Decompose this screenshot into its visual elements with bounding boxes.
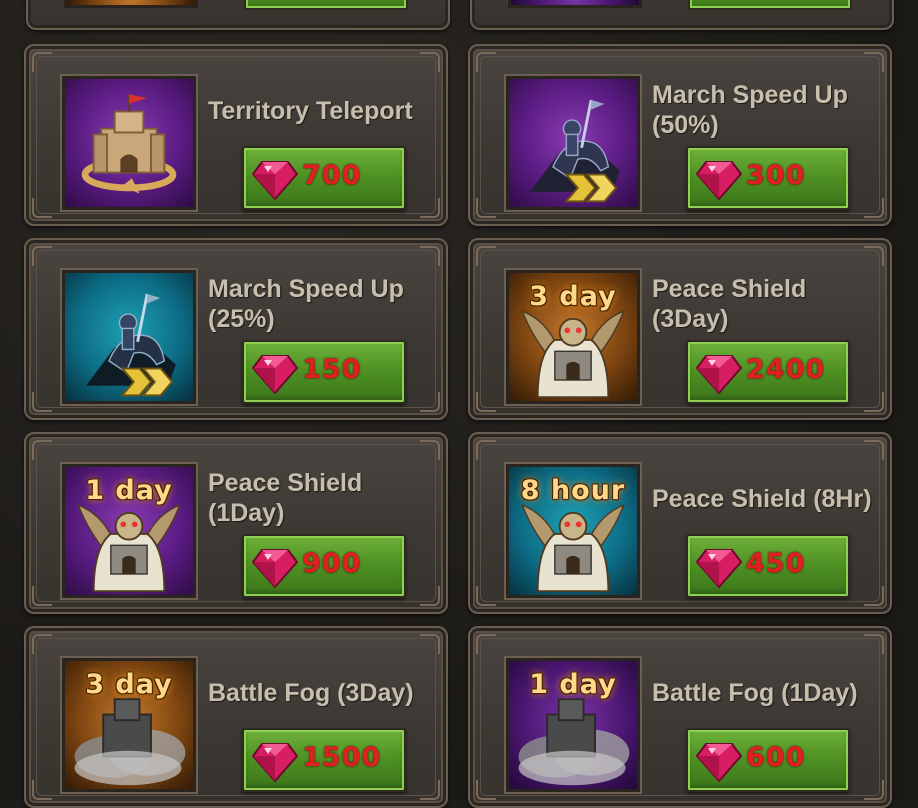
ruby-gem-icon bbox=[696, 549, 742, 588]
knight-speed-icon bbox=[506, 76, 640, 210]
price-label: 300 bbox=[746, 160, 806, 191]
item-title: Peace Shield (1Day) bbox=[208, 469, 363, 527]
duration-label: 3 day bbox=[529, 281, 617, 312]
item-card-battle-fog-1day: 1 day Battle Fog (1Day) 600 bbox=[468, 626, 892, 808]
ruby-gem-icon bbox=[252, 161, 298, 200]
knight-speed-icon bbox=[62, 270, 196, 404]
peace-shield-icon: 3 day bbox=[506, 270, 640, 404]
price-label: 600 bbox=[746, 742, 806, 773]
partial-item-icon bbox=[508, 0, 642, 8]
partial-buy-button[interactable] bbox=[244, 0, 408, 10]
item-title: Peace Shield (3Day) bbox=[652, 275, 807, 333]
buy-button[interactable]: 150 bbox=[242, 340, 406, 404]
item-card-march-speed-up-50: March Speed Up (50%) 300 bbox=[468, 44, 892, 226]
price-label: 1500 bbox=[302, 742, 382, 773]
item-title: Peace Shield (8Hr) bbox=[652, 485, 872, 513]
battle-fog-icon: 3 day bbox=[62, 658, 196, 792]
price-label: 450 bbox=[746, 548, 806, 579]
peace-shield-icon: 8 hour bbox=[506, 464, 640, 598]
price-label: 150 bbox=[302, 354, 362, 385]
item-card-peace-shield-8hr: 8 hour Peace Shield (8Hr) 450 bbox=[468, 432, 892, 614]
item-title: Battle Fog (3Day) bbox=[208, 679, 414, 707]
item-card-peace-shield-1day: 1 day Peace Shield (1Day) 900 bbox=[24, 432, 448, 614]
duration-label: 8 hour bbox=[520, 475, 626, 506]
ruby-gem-icon bbox=[252, 549, 298, 588]
duration-label: 1 day bbox=[85, 475, 173, 506]
partial-item-card-right bbox=[470, 0, 894, 30]
item-card-battle-fog-3day: 3 day Battle Fog (3Day) 1500 bbox=[24, 626, 448, 808]
ruby-gem-icon bbox=[252, 743, 298, 782]
price-label: 900 bbox=[302, 548, 362, 579]
item-card-territory-teleport: Territory Teleport 700 bbox=[24, 44, 448, 226]
buy-button[interactable]: 600 bbox=[686, 728, 850, 792]
ruby-gem-icon bbox=[696, 743, 742, 782]
item-shop-grid: Territory Teleport 700 March Speed Up (5… bbox=[0, 0, 918, 808]
partial-item-icon bbox=[64, 0, 198, 8]
buy-button[interactable]: 450 bbox=[686, 534, 850, 598]
item-card-peace-shield-3day: 3 day Peace Shield (3Day) 2400 bbox=[468, 238, 892, 420]
duration-label: 1 day bbox=[529, 669, 617, 700]
price-label: 2400 bbox=[746, 354, 826, 385]
battle-fog-icon: 1 day bbox=[506, 658, 640, 792]
ruby-gem-icon bbox=[696, 161, 742, 200]
ruby-gem-icon bbox=[252, 355, 298, 394]
buy-button[interactable]: 900 bbox=[242, 534, 406, 598]
buy-button[interactable]: 300 bbox=[686, 146, 850, 210]
buy-button[interactable]: 1500 bbox=[242, 728, 406, 792]
item-card-march-speed-up-25: March Speed Up (25%) 150 bbox=[24, 238, 448, 420]
item-title: March Speed Up (50%) bbox=[652, 81, 848, 139]
price-label: 700 bbox=[302, 160, 362, 191]
buy-button[interactable]: 2400 bbox=[686, 340, 850, 404]
item-title: March Speed Up (25%) bbox=[208, 275, 404, 333]
partial-buy-button[interactable] bbox=[688, 0, 852, 10]
duration-label: 3 day bbox=[85, 669, 173, 700]
buy-button[interactable]: 700 bbox=[242, 146, 406, 210]
peace-shield-icon: 1 day bbox=[62, 464, 196, 598]
castle-teleport-icon bbox=[62, 76, 196, 210]
item-title: Battle Fog (1Day) bbox=[652, 679, 858, 707]
item-title: Territory Teleport bbox=[208, 97, 413, 125]
ruby-gem-icon bbox=[696, 355, 742, 394]
partial-item-card-left bbox=[26, 0, 450, 30]
